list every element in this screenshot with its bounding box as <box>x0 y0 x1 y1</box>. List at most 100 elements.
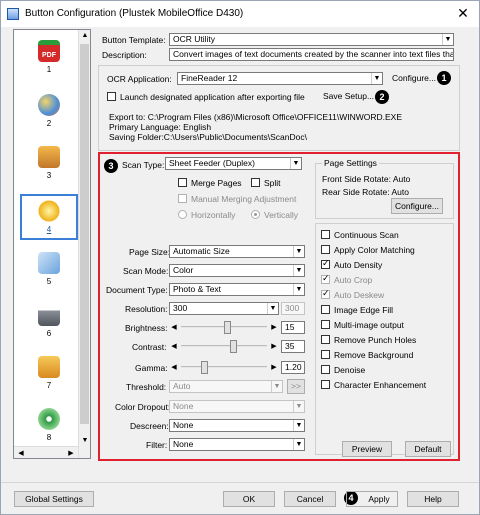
threshold-label: Threshold: <box>126 382 167 392</box>
brightness-slider[interactable]: ◀ ▶ <box>169 321 279 334</box>
ok-button[interactable]: OK <box>223 491 275 507</box>
footer-divider <box>1 482 479 483</box>
help-button[interactable]: Help <box>407 491 459 507</box>
color-dropout-select[interactable]: None ▼ <box>169 400 305 413</box>
merge-pages-checkbox[interactable] <box>178 178 187 187</box>
gamma-value[interactable]: 1.20 <box>281 361 305 374</box>
scroll-down-icon[interactable]: ▼ <box>79 437 91 444</box>
option-checkbox-0[interactable] <box>321 230 330 239</box>
vertically-radio[interactable] <box>251 210 260 219</box>
scroll-right-icon[interactable]: ▶ <box>65 449 77 457</box>
split-label: Split <box>264 178 281 188</box>
filter-select[interactable]: None ▼ <box>169 438 305 451</box>
printer-icon <box>38 304 60 326</box>
slider-track[interactable] <box>181 366 267 368</box>
slider-right-icon[interactable]: ▶ <box>269 361 279 374</box>
disc-icon <box>38 408 60 430</box>
sidebar-item-5[interactable]: 5 <box>20 248 78 294</box>
option-checkbox-6[interactable] <box>321 320 330 329</box>
page-settings-title: Page Settings <box>322 158 379 168</box>
contrast-slider[interactable]: ◀ ▶ <box>169 340 279 353</box>
slider-left-icon[interactable]: ◀ <box>169 361 179 374</box>
apply-button[interactable]: Apply <box>346 491 398 507</box>
ocr-sun-icon <box>38 200 60 222</box>
global-settings-button[interactable]: Global Settings <box>14 491 94 507</box>
slider-thumb[interactable] <box>229 340 237 353</box>
sidebar-item-6[interactable]: 6 <box>20 300 78 346</box>
gamma-slider[interactable]: ◀ ▶ <box>169 361 279 374</box>
slider-left-icon[interactable]: ◀ <box>169 321 179 334</box>
ocr-application-select[interactable]: FineReader 12 ▼ <box>177 72 383 85</box>
page-size-select[interactable]: Automatic Size ▼ <box>169 245 305 258</box>
sidebar-horizontal-scrollbar[interactable]: ◀ ▶ <box>14 446 78 458</box>
gamma-label: Gamma: <box>135 363 168 373</box>
ftp-icon <box>38 356 60 378</box>
slider-thumb[interactable] <box>200 361 208 374</box>
scroll-thumb[interactable] <box>80 44 89 424</box>
preview-button[interactable]: Preview <box>342 441 392 457</box>
window-app-icon <box>7 8 19 20</box>
title-bar: Button Configuration (Plustek MobileOffi… <box>1 1 479 27</box>
slider-track[interactable] <box>181 345 267 347</box>
resolution-select[interactable]: 300 ▼ <box>169 302 279 315</box>
document-type-select[interactable]: Photo & Text ▼ <box>169 283 305 296</box>
scan-type-select[interactable]: Sheet Feeder (Duplex) ▼ <box>165 157 302 170</box>
option-checkbox-9[interactable] <box>321 365 330 374</box>
scroll-up-icon[interactable]: ▲ <box>79 32 91 39</box>
sidebar-vertical-scrollbar[interactable]: ▲ ▼ <box>78 30 90 458</box>
split-checkbox[interactable] <box>251 178 260 187</box>
chevron-down-icon: ▼ <box>371 73 382 84</box>
template-select[interactable]: OCR Utility ▼ <box>169 33 454 46</box>
option-checkbox-8[interactable] <box>321 350 330 359</box>
default-button[interactable]: Default <box>405 441 451 457</box>
cancel-button[interactable]: Cancel <box>284 491 336 507</box>
option-checkbox-2[interactable] <box>321 258 330 269</box>
rear-side-rotate-text: Rear Side Rotate: Auto <box>322 187 409 197</box>
resolution-custom-field[interactable]: 300 <box>281 302 305 315</box>
manual-merging-checkbox[interactable] <box>178 194 187 203</box>
filter-label: Filter: <box>146 440 168 450</box>
ocr-configure-button[interactable]: Configure... <box>392 71 436 87</box>
export-to-text: Export to: C:\Program Files (x86)\Micros… <box>109 112 402 122</box>
button-list-sidebar[interactable]: PDF 1 2 3 4 5 6 7 8 ▲ ▼ ◀ ▶ <box>13 29 91 459</box>
sidebar-item-8[interactable]: 8 <box>20 404 78 450</box>
chevron-down-icon: ▼ <box>293 265 304 276</box>
brightness-value[interactable]: 15 <box>281 321 305 334</box>
option-checkbox-1[interactable] <box>321 245 330 254</box>
descreen-select[interactable]: None ▼ <box>169 419 305 432</box>
chevron-down-icon: ▼ <box>267 303 278 314</box>
option-checkbox-5[interactable] <box>321 305 330 314</box>
palette-icon <box>38 94 60 116</box>
contrast-label: Contrast: <box>132 342 167 352</box>
scan-mode-select[interactable]: Color ▼ <box>169 264 305 277</box>
option-checkbox-7[interactable] <box>321 335 330 344</box>
option-label: Continuous Scan <box>334 230 399 240</box>
option-checkbox-10[interactable] <box>321 380 330 389</box>
sidebar-item-2[interactable]: 2 <box>20 90 78 136</box>
launch-app-checkbox[interactable] <box>107 92 116 101</box>
page-settings-configure-button[interactable]: Configure... <box>391 198 443 214</box>
save-setup-button[interactable]: Save Setup... <box>323 89 374 105</box>
option-label: Remove Punch Holes <box>334 335 417 345</box>
option-checkbox-4[interactable] <box>321 288 330 299</box>
horizontally-radio[interactable] <box>178 210 187 219</box>
slider-left-icon[interactable]: ◀ <box>169 340 179 353</box>
option-checkbox-3[interactable] <box>321 273 330 284</box>
sidebar-item-4-selected[interactable]: 4 <box>20 194 78 240</box>
slider-right-icon[interactable]: ▶ <box>269 321 279 334</box>
slider-right-icon[interactable]: ▶ <box>269 340 279 353</box>
threshold-select[interactable]: Auto ▼ <box>169 380 283 393</box>
primary-language-text: Primary Language: English <box>109 122 212 132</box>
sidebar-item-3[interactable]: 3 <box>20 142 78 188</box>
description-field[interactable]: Convert images of text documents created… <box>169 48 454 61</box>
annotation-badge-3: 3 <box>104 159 118 173</box>
threshold-expand-button[interactable]: >> <box>287 379 305 394</box>
scan-type-label: Scan Type: <box>122 160 165 170</box>
scroll-left-icon[interactable]: ◀ <box>15 449 27 457</box>
chevron-down-icon: ▼ <box>290 158 301 169</box>
contrast-value[interactable]: 35 <box>281 340 305 353</box>
slider-thumb[interactable] <box>224 321 232 334</box>
sidebar-item-1[interactable]: PDF 1 <box>20 36 78 82</box>
sidebar-item-7[interactable]: 7 <box>20 352 78 398</box>
close-icon[interactable]: ✕ <box>453 4 473 22</box>
